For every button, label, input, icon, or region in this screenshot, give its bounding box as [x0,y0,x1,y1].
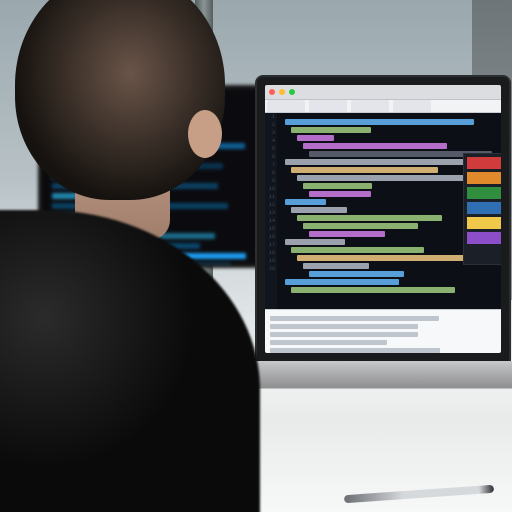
window-control-dot [279,89,285,95]
window-titlebar [265,85,501,100]
shoulder [0,210,260,512]
color-panel [463,153,501,265]
window-control-dot [269,89,275,95]
line-number-gutter: 1234567891011121314151617181920 [265,113,277,309]
window-control-dot [289,89,295,95]
color-swatch [467,202,501,214]
head [15,0,225,200]
ear [188,110,222,158]
terminal-panel [265,309,501,353]
color-swatch [467,217,501,229]
photo-scene: 1234567891011121314151617181920 [0,0,512,512]
editor-tab [309,100,347,112]
laptop-base [236,361,512,389]
laptop-screen: 1234567891011121314151617181920 [265,85,501,353]
editor-tab [351,100,389,112]
editor-tab [267,100,305,112]
color-swatch [467,172,501,184]
laptop: 1234567891011121314151617181920 [255,75,507,405]
color-swatch [467,157,501,169]
color-swatch [467,187,501,199]
person-silhouette [0,0,260,512]
code-editor: 1234567891011121314151617181920 [265,113,501,309]
editor-tabbar [265,100,501,113]
editor-tab [393,100,431,112]
laptop-lid: 1234567891011121314151617181920 [255,75,511,369]
color-swatch [467,232,501,244]
